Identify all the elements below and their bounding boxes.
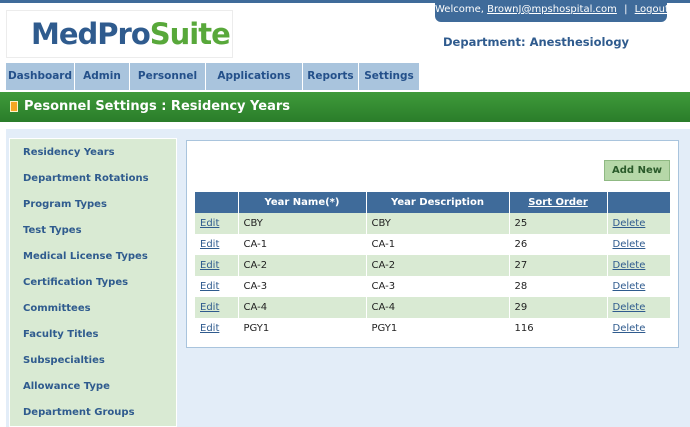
edit-link[interactable]: Edit <box>200 260 219 271</box>
sidebar-item-test-types[interactable]: Test Types <box>23 225 82 236</box>
delete-link[interactable]: Delete <box>613 239 646 250</box>
column-header-year-description: Year Description <box>365 192 509 213</box>
table-row: Edit PGY1 PGY1 116 Delete <box>195 318 670 339</box>
tab-dashboard[interactable]: Dashboard <box>6 63 75 90</box>
column-header-delete <box>606 192 670 213</box>
delete-link[interactable]: Delete <box>613 323 646 334</box>
logout-link[interactable]: Logout <box>635 4 669 15</box>
year-name-cell: PGY1 <box>237 318 366 339</box>
sidebar-item-allowance-type[interactable]: Allowance Type <box>23 381 110 392</box>
edit-link[interactable]: Edit <box>200 302 219 313</box>
sort-order-cell: 25 <box>508 213 607 234</box>
sidebar-item-certification-types[interactable]: Certification Types <box>23 277 128 288</box>
table-header-row: Year Name(*) Year Description Sort Order <box>195 192 670 213</box>
tab-admin[interactable]: Admin <box>75 63 130 90</box>
tab-reports[interactable]: Reports <box>303 63 359 90</box>
year-description-cell: PGY1 <box>365 318 509 339</box>
sort-order-cell: 26 <box>508 234 607 255</box>
user-email-link[interactable]: BrownJ@mpshospital.com <box>487 4 617 15</box>
sidebar-item-residency-years[interactable]: Residency Years <box>23 147 115 158</box>
year-description-cell: CA-2 <box>365 255 509 276</box>
edit-link[interactable]: Edit <box>200 218 219 229</box>
sort-order-cell: 116 <box>508 318 607 339</box>
edit-link[interactable]: Edit <box>200 323 219 334</box>
year-description-cell: CA-1 <box>365 234 509 255</box>
logo-text-part2: Suite <box>149 17 231 51</box>
settings-sidebar: Residency Years Department Rotations Pro… <box>9 138 177 427</box>
delete-link[interactable]: Delete <box>613 281 646 292</box>
user-welcome-bar: Welcome, BrownJ@mpshospital.com | Logout <box>435 0 669 22</box>
year-name-cell: CA-4 <box>237 297 366 318</box>
main-nav: Dashboard Admin Personnel Applications R… <box>6 63 420 90</box>
sidebar-item-committees[interactable]: Committees <box>23 303 91 314</box>
sidebar-item-department-groups[interactable]: Department Groups <box>23 407 135 418</box>
table-row: Edit CA-1 CA-1 26 Delete <box>195 234 670 255</box>
edit-link[interactable]: Edit <box>200 239 219 250</box>
edit-link[interactable]: Edit <box>200 281 219 292</box>
column-header-sort-order[interactable]: Sort Order <box>508 192 607 213</box>
table-row: Edit CA-4 CA-4 29 Delete <box>195 297 670 318</box>
table-row: Edit CA-2 CA-2 27 Delete <box>195 255 670 276</box>
year-name-cell: CA-1 <box>237 234 366 255</box>
department-label: Department: Anesthesiology <box>443 35 630 49</box>
sort-order-cell: 28 <box>508 276 607 297</box>
year-name-cell: CA-3 <box>237 276 366 297</box>
table-row: Edit CA-3 CA-3 28 Delete <box>195 276 670 297</box>
sidebar-item-subspecialties[interactable]: Subspecialties <box>23 355 105 366</box>
page-title: Pesonnel Settings : Residency Years <box>24 99 290 114</box>
year-name-cell: CA-2 <box>237 255 366 276</box>
tab-personnel[interactable]: Personnel <box>130 63 206 90</box>
residency-years-panel: Add New Year Name(*) Year Description So… <box>186 140 679 348</box>
page-icon <box>10 101 18 112</box>
delete-link[interactable]: Delete <box>613 260 646 271</box>
app-logo[interactable]: MedProSuite <box>31 16 231 52</box>
column-header-year-name: Year Name(*) <box>237 192 366 213</box>
welcome-label: Welcome, <box>435 4 484 15</box>
column-header-edit <box>195 192 238 213</box>
year-description-cell: CBY <box>365 213 509 234</box>
delete-link[interactable]: Delete <box>613 218 646 229</box>
page-header-bar: Pesonnel Settings : Residency Years <box>0 92 690 122</box>
logo-text-part1: MedPro <box>31 17 151 51</box>
sidebar-item-medical-license-types[interactable]: Medical License Types <box>23 251 148 262</box>
welcome-separator: | <box>624 4 628 15</box>
sort-order-cell: 27 <box>508 255 607 276</box>
add-new-button[interactable]: Add New <box>604 160 670 181</box>
year-description-cell: CA-4 <box>365 297 509 318</box>
year-name-cell: CBY <box>237 213 366 234</box>
logo-container: MedProSuite <box>6 10 233 58</box>
tab-applications[interactable]: Applications <box>206 63 303 90</box>
residency-years-table: Year Name(*) Year Description Sort Order… <box>195 192 670 339</box>
sidebar-item-faculty-titles[interactable]: Faculty Titles <box>23 329 98 340</box>
sort-order-cell: 29 <box>508 297 607 318</box>
sidebar-item-department-rotations[interactable]: Department Rotations <box>23 173 149 184</box>
tab-settings[interactable]: Settings <box>359 63 420 90</box>
delete-link[interactable]: Delete <box>613 302 646 313</box>
year-description-cell: CA-3 <box>365 276 509 297</box>
sidebar-item-program-types[interactable]: Program Types <box>23 199 107 210</box>
table-row: Edit CBY CBY 25 Delete <box>195 213 670 234</box>
